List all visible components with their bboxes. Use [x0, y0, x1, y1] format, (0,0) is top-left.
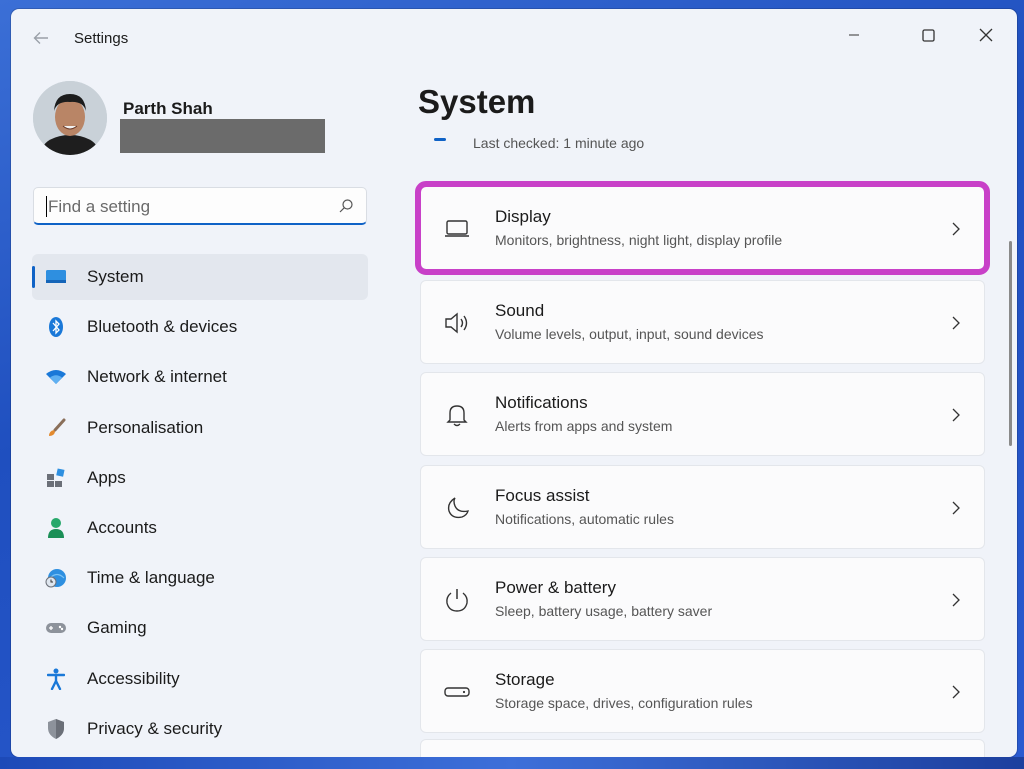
card-title: Display — [495, 207, 551, 226]
gamepad-icon — [44, 617, 68, 639]
accessibility-icon — [44, 668, 68, 690]
window-title: Settings — [74, 30, 129, 47]
back-arrow-icon[interactable] — [31, 28, 51, 48]
apps-icon — [44, 467, 68, 489]
sidebar-item-system[interactable]: System — [32, 254, 368, 300]
monitor-icon — [445, 220, 469, 237]
system-icon — [44, 266, 68, 288]
brush-icon — [44, 417, 68, 439]
search-icon[interactable] — [338, 198, 354, 214]
sidebar-nav: System Bluetooth & devices Network & int… — [32, 254, 368, 756]
sidebar-item-label: Time & language — [87, 568, 215, 588]
sidebar-item-label: Gaming — [87, 618, 147, 638]
avatar[interactable] — [33, 81, 107, 155]
sidebar-item-label: Accounts — [87, 517, 157, 537]
card-title: Focus assist — [495, 486, 590, 505]
sidebar-item-privacy[interactable]: Privacy & security — [32, 706, 368, 752]
sidebar-item-label: Network & internet — [87, 367, 227, 387]
storage-icon — [444, 687, 470, 697]
chevron-right-icon — [952, 685, 960, 699]
title-bar: Settings — [11, 9, 1017, 65]
sidebar-item-personalisation[interactable]: Personalisation — [32, 405, 368, 451]
maximize-button[interactable] — [905, 17, 951, 53]
bluetooth-icon — [44, 316, 68, 338]
power-battery-card[interactable]: Power & battery Sleep, battery usage, ba… — [420, 557, 985, 641]
shield-icon — [44, 718, 68, 740]
sidebar-item-label: Accessibility — [87, 668, 180, 688]
card-subtitle: Storage space, drives, configuration rul… — [495, 695, 753, 711]
globe-clock-icon — [44, 567, 68, 589]
user-name: Parth Shah — [123, 99, 213, 118]
card-title: Notifications — [495, 393, 588, 412]
moon-icon — [447, 497, 469, 519]
text-cursor — [46, 196, 47, 217]
chevron-right-icon — [952, 408, 960, 422]
sidebar-item-label: Bluetooth & devices — [87, 317, 238, 337]
sidebar-item-label: Privacy & security — [87, 718, 223, 738]
last-checked-text: Last checked: 1 minute ago — [473, 135, 645, 151]
sidebar-item-accounts[interactable]: Accounts — [32, 505, 368, 551]
chevron-right-icon — [952, 222, 960, 236]
close-button[interactable] — [963, 17, 1009, 53]
next-card-partial[interactable] — [420, 739, 985, 757]
chevron-right-icon — [952, 501, 960, 515]
user-photo — [33, 81, 107, 155]
card-subtitle: Monitors, brightness, night light, displ… — [495, 232, 783, 248]
sidebar-item-apps[interactable]: Apps — [32, 455, 368, 501]
search-box[interactable] — [33, 187, 367, 225]
close-icon — [979, 28, 993, 42]
update-status-indicator — [434, 138, 446, 141]
sound-card[interactable]: Sound Volume levels, output, input, soun… — [420, 280, 985, 364]
wifi-icon — [44, 366, 68, 388]
card-subtitle: Notifications, automatic rules — [495, 511, 674, 527]
redacted-email — [120, 119, 325, 153]
chevron-right-icon — [952, 593, 960, 607]
power-icon — [446, 589, 468, 612]
desktop-wallpaper — [0, 757, 1024, 769]
bell-icon — [446, 405, 468, 427]
card-subtitle: Volume levels, output, input, sound devi… — [495, 326, 764, 342]
focus-assist-card[interactable]: Focus assist Notifications, automatic ru… — [420, 465, 985, 549]
storage-card[interactable]: Storage Storage space, drives, configura… — [420, 649, 985, 733]
card-title: Storage — [495, 670, 555, 689]
accounts-icon — [44, 517, 68, 539]
card-subtitle: Sleep, battery usage, battery saver — [495, 603, 713, 619]
page-title: System — [418, 83, 536, 120]
sidebar-item-label: Apps — [87, 467, 126, 487]
sidebar-item-label: System — [87, 267, 144, 286]
sidebar-item-network[interactable]: Network & internet — [32, 354, 368, 400]
notifications-card[interactable]: Notifications Alerts from apps and syste… — [420, 372, 985, 456]
card-title: Sound — [495, 301, 545, 320]
minimize-icon — [849, 34, 859, 36]
search-input[interactable] — [46, 194, 330, 220]
sidebar-item-accessibility[interactable]: Accessibility — [32, 656, 368, 702]
chevron-right-icon — [952, 316, 960, 330]
card-title: Power & battery — [495, 578, 616, 597]
sidebar-item-gaming[interactable]: Gaming — [32, 605, 368, 651]
speaker-icon — [445, 312, 468, 334]
card-subtitle: Alerts from apps and system — [495, 418, 673, 434]
maximize-icon — [921, 28, 935, 42]
minimize-button[interactable] — [831, 17, 877, 53]
sidebar-item-bluetooth[interactable]: Bluetooth & devices — [32, 304, 368, 350]
display-card[interactable]: Display Monitors, brightness, night ligh… — [415, 181, 990, 275]
scrollbar[interactable] — [1009, 241, 1012, 446]
sidebar-item-label: Personalisation — [87, 417, 204, 437]
settings-window: Settings Parth Shah Find a setting Syste… — [11, 9, 1017, 757]
sidebar-item-time-language[interactable]: Time & language — [32, 555, 368, 601]
